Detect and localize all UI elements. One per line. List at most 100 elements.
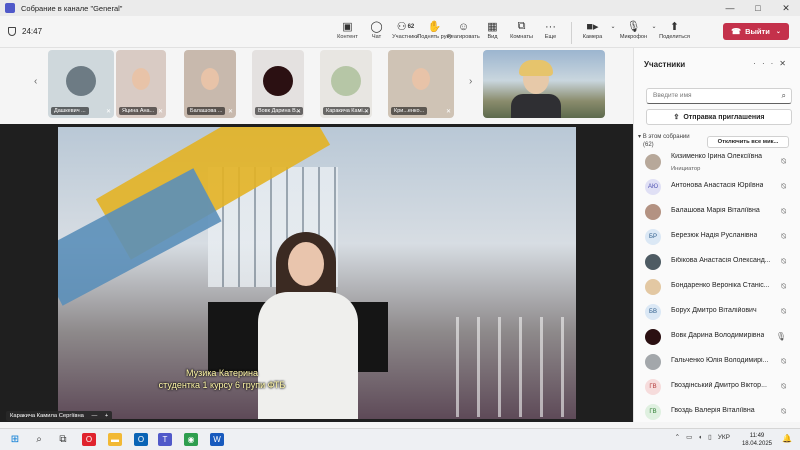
raise-hand-button[interactable]: ✋ Поднять руку: [417, 19, 452, 47]
video-caption: Музика Катерина студентка 1 курсу 6 груп…: [122, 367, 322, 391]
participant-tile[interactable]: Каракича Камі... ✕: [320, 50, 372, 118]
rooms-label: Комнаты: [510, 34, 533, 40]
toolbar-divider: [571, 22, 572, 44]
participant-tile[interactable]: Яцина Ана... ✕: [116, 50, 166, 118]
avatar: [645, 329, 661, 345]
more-options-icon[interactable]: ···: [753, 59, 779, 68]
participant-avatar: [66, 66, 96, 96]
participant-tile[interactable]: Вовк Дарина В... ✕: [252, 50, 304, 118]
participant-row[interactable]: Кизименко Ірина Олексіївна Инициатор ⍉: [634, 149, 800, 174]
react-button[interactable]: ☺ Реагировать: [447, 19, 479, 47]
camera-options-chevron[interactable]: ⌄: [607, 19, 619, 47]
taskbar-clock[interactable]: 11:49 18.04.2025: [742, 432, 772, 448]
avatar: БР: [645, 229, 661, 245]
microphone-off-icon[interactable]: ⍉: [781, 207, 786, 217]
participant-row[interactable]: ГВ Гвоздінський Дмитро Віктор... ⍉: [634, 374, 800, 399]
close-icon[interactable]: ✕: [772, 3, 800, 14]
file-explorer-icon[interactable]: ▬: [108, 433, 122, 446]
microphone-off-icon: ✕: [363, 109, 369, 115]
camera-button[interactable]: ■▸ Камера: [578, 19, 607, 47]
chat-button[interactable]: ◯ Чат: [362, 19, 391, 47]
leave-button[interactable]: ☎ Выйти ⌄: [723, 23, 789, 40]
rooms-button[interactable]: ⧉ Комнаты: [507, 19, 536, 47]
chrome-icon[interactable]: ◉: [184, 433, 198, 446]
participant-search-input[interactable]: Введите имя ⌕: [646, 88, 792, 104]
chevron-up-icon[interactable]: ⌃: [675, 433, 680, 441]
shared-video[interactable]: Музика Катерина студентка 1 курсу 6 груп…: [58, 127, 576, 419]
more-label: Еще: [544, 34, 557, 40]
pin-icon[interactable]: +: [105, 413, 108, 419]
microphone-off-icon[interactable]: ⍉: [781, 282, 786, 292]
microphone-off-icon[interactable]: ⍉: [781, 157, 786, 167]
avatar: [645, 279, 661, 295]
meeting-timer: 24:47: [22, 27, 43, 36]
maximize-icon[interactable]: □: [744, 3, 772, 14]
participant-row[interactable]: БР Березюк Надія Русланівна ⍉: [634, 224, 800, 249]
participants-panel: Участники ···✕ Введите имя ⌕ ⇪ Отправка …: [633, 48, 800, 422]
microphone-off-icon[interactable]: ⍉: [781, 307, 786, 317]
share-icon: ⬆: [669, 21, 680, 33]
send-invite-button[interactable]: ⇪ Отправка приглашения: [646, 109, 792, 125]
share-button[interactable]: ⬆ Поделиться: [659, 19, 690, 47]
featured-participant-tile[interactable]: [483, 50, 605, 118]
microphone-off-icon[interactable]: ⍉: [781, 232, 786, 242]
participant-tile[interactable]: Кри...енко... ✕: [388, 50, 454, 118]
participant-name: Гальченко Юлія Володимирі...: [671, 357, 769, 364]
microphone-off-icon[interactable]: ⍉: [781, 407, 786, 417]
share-content-label: Контент: [337, 34, 358, 40]
teams-meeting-window: Собрание в канале "General" — □ ✕ 24:47 …: [0, 0, 800, 450]
meeting-toolbar: 24:47 ▣ Контент ◯ Чат ⚇ 62 Участники ✋ По…: [0, 16, 800, 48]
network-icon[interactable]: ▭: [686, 433, 692, 441]
microphone-button[interactable]: 🎙 Микрофон: [619, 19, 648, 47]
volume-icon[interactable]: ◖: [698, 434, 702, 441]
participant-row[interactable]: ГВ Гвоздь Валерія Віталіївна ⍉: [634, 399, 800, 424]
participant-name: Балашова Марія Віталіївна: [671, 207, 760, 214]
participants-button[interactable]: ⚇ 62 Участники: [391, 19, 420, 47]
language-indicator[interactable]: УКР: [718, 434, 730, 441]
microphone-off-icon[interactable]: ⍉: [781, 182, 786, 192]
participant-name: Березюк Надія Русланівна: [671, 232, 758, 239]
mute-all-button[interactable]: Отключить все мик...: [707, 136, 789, 148]
clock-time: 11:49: [749, 433, 765, 439]
microphone-off-icon[interactable]: ⍉: [781, 382, 786, 392]
outlook-icon[interactable]: O: [134, 433, 148, 446]
participant-body: [511, 94, 561, 118]
task-view-icon[interactable]: ⧉: [56, 433, 70, 446]
participant-row[interactable]: Балашова Марія Віталіївна ⍉: [634, 199, 800, 224]
close-icon[interactable]: ✕: [779, 59, 792, 68]
more-button[interactable]: ··· Еще: [536, 19, 565, 47]
opera-icon[interactable]: O: [82, 433, 96, 446]
participant-tile[interactable]: Балашова ... ✕: [184, 50, 236, 118]
microphone-off-icon[interactable]: ⍉: [781, 257, 786, 267]
microphone-options-chevron[interactable]: ⌄: [648, 19, 660, 47]
raise-hand-icon: ✋: [427, 21, 442, 33]
microphone-icon[interactable]: 🎙: [776, 332, 786, 341]
teams-icon: [5, 3, 15, 13]
participant-row[interactable]: Гальченко Юлія Володимирі... ⍉: [634, 349, 800, 374]
participant-row[interactable]: Вовк Дарина Володимирівна 🎙: [634, 324, 800, 349]
minimize-icon[interactable]: —: [92, 413, 98, 419]
chevron-down-icon[interactable]: ⌄: [776, 28, 781, 35]
shield-icon: [8, 27, 16, 36]
battery-icon[interactable]: ▯: [708, 433, 712, 441]
title-bar: Собрание в канале "General" — □ ✕: [0, 0, 800, 16]
participant-tile[interactable]: Дашкевич ... ✕: [48, 50, 114, 118]
rooms-icon: ⧉: [517, 20, 526, 32]
search-icon[interactable]: ⌕: [32, 433, 46, 446]
section-in-meeting[interactable]: ▾ В этом собрании (62): [638, 133, 690, 149]
microphone-off-icon[interactable]: ⍉: [781, 357, 786, 367]
participant-row[interactable]: Бібікова Анастасія Олександ... ⍉: [634, 249, 800, 274]
view-button[interactable]: ▦ Вид: [478, 19, 507, 47]
teams-icon[interactable]: T: [158, 433, 172, 446]
participant-name: Гвоздінський Дмитро Віктор...: [671, 382, 767, 389]
strip-prev-icon[interactable]: ‹: [34, 76, 37, 87]
strip-next-icon[interactable]: ›: [469, 76, 472, 87]
minimize-icon[interactable]: —: [716, 3, 744, 14]
participant-row[interactable]: БВ Борух Дмитро Віталійович ⍉: [634, 299, 800, 324]
word-icon[interactable]: W: [210, 433, 224, 446]
share-content-button[interactable]: ▣ Контент: [333, 19, 362, 47]
notification-bell-icon[interactable]: 🔔: [782, 434, 792, 443]
windows-start-icon[interactable]: ⊞: [8, 433, 22, 446]
participant-row[interactable]: АЮ Антонова Анастасія Юріївна ⍉: [634, 174, 800, 199]
participant-row[interactable]: Бондаренко Вероніка Станіс... ⍉: [634, 274, 800, 299]
